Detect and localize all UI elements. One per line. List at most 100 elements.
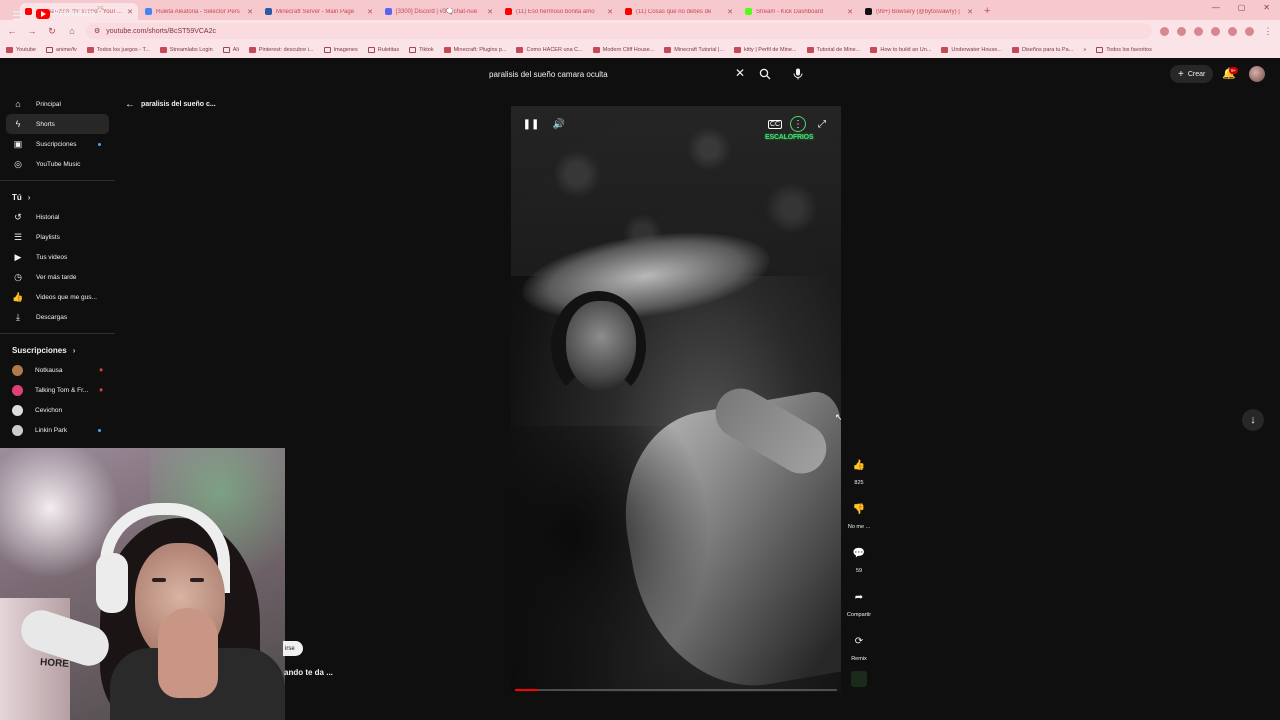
bookmark-item[interactable]: Ali [222, 47, 239, 53]
bookmark-item[interactable]: Imagenes [323, 47, 358, 53]
volume-button[interactable]: 🔊 [551, 116, 567, 132]
close-tab-icon[interactable]: ✕ [127, 8, 133, 16]
profile-icon[interactable] [1245, 26, 1254, 36]
share-button[interactable]: ➦ [849, 587, 869, 607]
bookmark-item[interactable]: Ruletitas [367, 47, 399, 53]
browser-tab[interactable]: Minecraft Server - Main Page ✕ [260, 3, 378, 20]
bookmark-item[interactable]: Diseños para tu Pa... [1011, 47, 1073, 53]
fullscreen-button[interactable]: ⤢ [814, 116, 830, 132]
video-progress-bar[interactable] [515, 689, 837, 691]
sidebar-item-videos-que-me-gus[interactable]: 👍 Videos que me gus... [0, 287, 115, 307]
browser-tab[interactable]: Ruleta Aleatoria - Selector Pers ✕ [140, 3, 258, 20]
bookmark-label: Modern Cliff House... [602, 47, 655, 53]
extension-icon[interactable] [1160, 26, 1169, 36]
sidebar-item-talking-tom-fr[interactable]: Talking Tom & Fr... ◉ [0, 380, 115, 400]
bookmark-item[interactable]: How to build an Un... [870, 47, 931, 53]
home-nav-icon[interactable]: ⌂ [66, 26, 78, 36]
like-action[interactable]: 👍 825 [843, 455, 875, 487]
maximize-button[interactable]: ▢ [1238, 3, 1246, 12]
remix-action[interactable]: ⟳ Remix [843, 631, 875, 663]
bookmark-item[interactable]: Underwater House... [941, 47, 1002, 53]
browser-tab[interactable]: (11) Eso hermoso bonita amo ✕ [500, 3, 618, 20]
sidebar-item-playlists[interactable]: ☰ Playlists [0, 227, 115, 247]
close-tab-icon[interactable]: ✕ [247, 8, 253, 16]
sidebar-item-linkin-park[interactable]: Linkin Park [0, 420, 115, 440]
browser-tab[interactable]: Stream - Kick Dashboard ✕ [740, 3, 858, 20]
bookmark-item[interactable]: Youtube [6, 47, 36, 53]
voice-search-button[interactable] [789, 64, 807, 84]
new-tab-button[interactable]: + [984, 3, 990, 20]
close-tab-icon[interactable]: ✕ [487, 8, 493, 16]
forward-nav-icon[interactable]: → [26, 26, 38, 36]
short-title[interactable]: ando te da ... [284, 668, 333, 677]
dislike-action[interactable]: 👎 No me ... [843, 499, 875, 531]
bookmark-item[interactable]: anime/fv [46, 47, 77, 53]
bookmark-item[interactable]: Como HACER una C... [516, 47, 583, 53]
extension-icon[interactable] [1211, 26, 1220, 36]
dislike-button[interactable]: 👎 [849, 499, 869, 519]
sidebar-item-cevichon[interactable]: Cevichon [0, 400, 115, 420]
clear-search-icon[interactable]: ✕ [735, 66, 745, 80]
sidebar-subscriptions-heading[interactable]: Suscripciones › [0, 340, 115, 360]
bookmark-item[interactable]: Modern Cliff House... [592, 47, 655, 53]
browser-tab[interactable]: (11) Cosas que no debes de ✕ [620, 3, 738, 20]
close-tab-icon[interactable]: ✕ [367, 8, 373, 16]
bookmark-item[interactable]: » [1083, 47, 1086, 53]
search-button[interactable] [757, 64, 773, 84]
captions-button[interactable]: CC [767, 116, 783, 132]
pause-button[interactable]: ❚❚ [523, 116, 540, 132]
bookmark-item[interactable]: Todos los juegos - T... [86, 47, 150, 53]
sidebar-item-youtube-music[interactable]: ◎ YouTube Music [0, 154, 115, 174]
sidebar-item-notkausa[interactable]: Notkausa ◉ [0, 360, 115, 380]
comments-action[interactable]: 💬 59 [843, 543, 875, 575]
sidebar-you-heading[interactable]: Tú › [0, 187, 115, 207]
sidebar-item-principal[interactable]: ⌂ Principal [0, 94, 115, 114]
sidebar-item-ver-m-s-tarde[interactable]: ◷ Ver más tarde [0, 267, 115, 287]
browser-tab[interactable]: (99+) Bowsery (@bytosvawry) | ✕ [860, 3, 978, 20]
extension-icon[interactable] [1228, 26, 1237, 36]
like-icon: 👍 [12, 291, 24, 302]
bookmark-item[interactable]: Minecraft: Plugins p... [443, 47, 506, 53]
youtube-logo[interactable]: Premium PE [36, 6, 104, 19]
close-tab-icon[interactable]: ✕ [727, 8, 733, 16]
browser-menu-icon[interactable]: ⋮ [1262, 26, 1274, 37]
bookmark-item[interactable]: Pinterest: descubre i... [248, 47, 314, 53]
hamburger-menu-icon[interactable]: ☰ [12, 9, 23, 23]
shorts-video-player[interactable]: ❚❚ 🔊 CC ⋮ ⤢ ESCALOFRIOS [511, 106, 841, 692]
url-field[interactable]: ⚙ youtube.com/shorts/BcST59VCA2c [86, 23, 1152, 39]
close-window-button[interactable]: ✕ [1263, 3, 1270, 12]
close-tab-icon[interactable]: ✕ [967, 8, 973, 16]
bookmark-item[interactable]: kitty | Perfil de Mine... [734, 47, 797, 53]
sidebar-item-historial[interactable]: ↺ Historial [0, 207, 115, 227]
sound-thumbnail-button[interactable] [843, 671, 875, 687]
shorts-back-button[interactable]: ← paralisis del sueño c... [125, 99, 216, 110]
extension-icon[interactable] [1177, 26, 1186, 36]
search-input[interactable]: paralisis del sueño camara oculta [480, 64, 752, 84]
remix-button[interactable]: ⟳ [849, 631, 869, 651]
account-avatar[interactable] [1249, 66, 1265, 82]
bookmark-item[interactable]: Todos los favoritos [1096, 47, 1152, 53]
sidebar-item-shorts[interactable]: ϟ Shorts [6, 114, 109, 134]
subscribe-chip[interactable]: irse [283, 641, 303, 656]
site-info-icon[interactable]: ⚙ [94, 27, 100, 35]
bookmark-item[interactable]: Tiktok [409, 47, 434, 53]
browser-tab[interactable]: [3300] Discord | #3🗨️chat-nue ✕ [380, 3, 498, 20]
create-button[interactable]: + Crear [1170, 65, 1214, 83]
reload-icon[interactable]: ↻ [46, 26, 58, 37]
back-nav-icon[interactable]: ← [6, 26, 18, 36]
bookmark-item[interactable]: Streamlabs Login [159, 47, 213, 53]
like-button[interactable]: 👍 [849, 455, 869, 475]
sidebar-item-suscripciones[interactable]: ▣ Suscripciones [0, 134, 115, 154]
comments-button[interactable]: 💬 [849, 543, 869, 563]
extension-icon[interactable] [1194, 26, 1203, 36]
bookmark-item[interactable]: Minecraft Tutorial |... [664, 47, 724, 53]
close-tab-icon[interactable]: ✕ [607, 8, 613, 16]
share-action[interactable]: ➦ Compartir [843, 587, 875, 619]
more-options-button[interactable]: ⋮ [790, 116, 806, 132]
minimize-button[interactable]: — [1212, 3, 1220, 12]
next-short-button[interactable]: ↓ [1242, 409, 1264, 431]
bookmark-item[interactable]: Tutorial de Mine... [806, 47, 860, 53]
sidebar-item-descargas[interactable]: ⤓ Descargas [0, 307, 115, 327]
close-tab-icon[interactable]: ✕ [847, 8, 853, 16]
sidebar-item-tus-videos[interactable]: ▶ Tus videos [0, 247, 115, 267]
